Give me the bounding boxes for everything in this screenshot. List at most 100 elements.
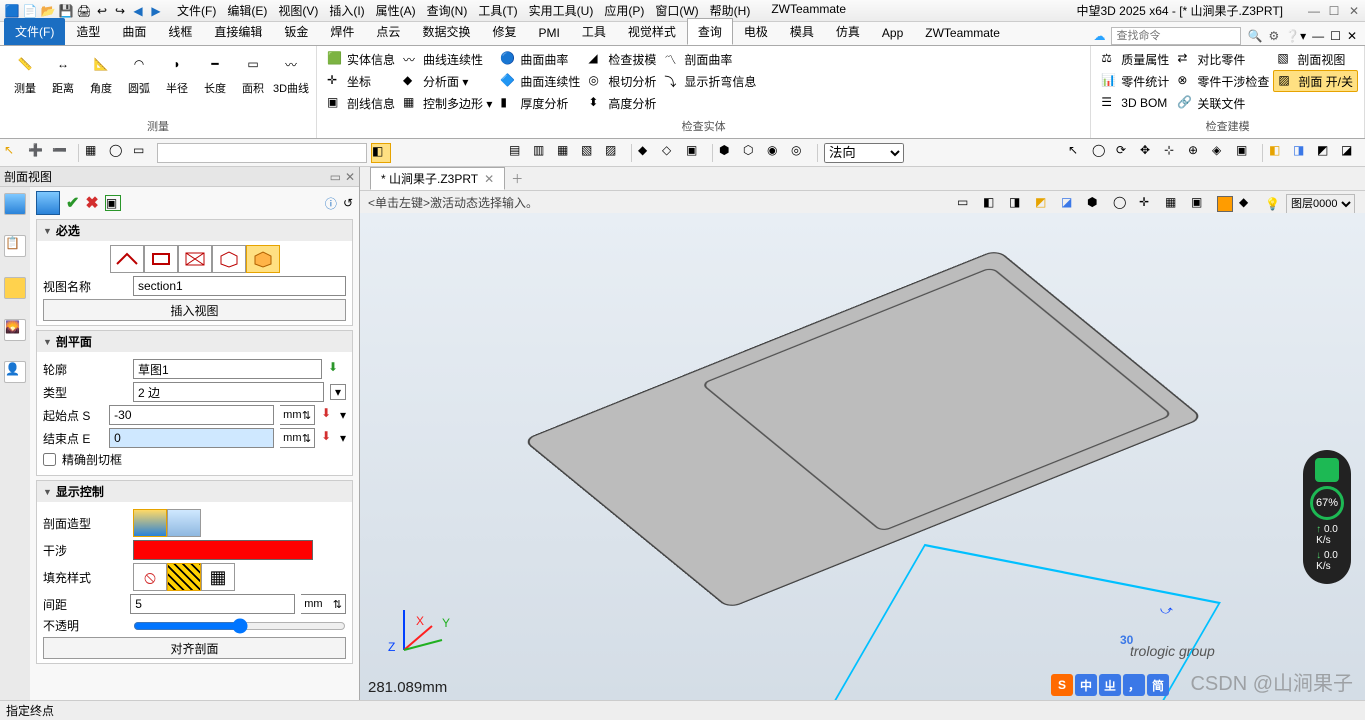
save-icon[interactable]: 💾 [58, 3, 74, 19]
btn-arc[interactable]: ◠圆弧 [120, 48, 158, 116]
undo-icon[interactable]: ↩ [94, 3, 110, 19]
vt-4[interactable]: ◩ [1035, 195, 1055, 213]
style-solid[interactable] [133, 509, 167, 537]
sb-right-11[interactable]: ◩ [1317, 143, 1337, 163]
reset-icon[interactable]: ↺ [343, 196, 353, 210]
vt-3[interactable]: ◨ [1009, 195, 1029, 213]
sidetab-4[interactable]: 🌄 [4, 319, 26, 341]
sidetab-3[interactable] [4, 277, 26, 299]
vt-8[interactable]: ✛ [1139, 195, 1159, 213]
sec-required[interactable]: 必选 [37, 220, 352, 241]
sectype-2[interactable] [144, 245, 178, 273]
start-unit[interactable]: mm⇅ [280, 405, 315, 425]
filter-combo[interactable] [157, 143, 367, 163]
hatch-grid[interactable]: ▦ [201, 563, 235, 591]
sec-display[interactable]: 显示控制 [37, 481, 352, 502]
open-icon[interactable]: 📂 [40, 3, 56, 19]
end-pick-icon[interactable]: ⬇ [321, 429, 334, 447]
btn-section-curv[interactable]: 〽剖面曲率 [660, 48, 760, 70]
info-icon[interactable]: ⓘ [325, 195, 337, 212]
3d-canvas[interactable]: 30 ⤻ trologic group Z X Y 281.089mm CSDN… [360, 213, 1365, 700]
cube-filter-icon[interactable]: ◧ [371, 143, 391, 163]
tab-repair[interactable]: 修复 [481, 18, 527, 45]
restore-icon[interactable]: ☐ [1327, 4, 1341, 18]
btn-height[interactable]: ⬍高度分析 [584, 92, 660, 114]
sb-right-8[interactable]: ▣ [1236, 143, 1256, 163]
btn-section-info[interactable]: ▣剖线信息 [323, 92, 399, 114]
panel-dock-icon[interactable]: ▭ [330, 170, 341, 184]
tab-sheetmetal[interactable]: 钣金 [273, 18, 319, 45]
sidetab-1[interactable] [4, 193, 26, 215]
vt-2[interactable]: ◧ [983, 195, 1003, 213]
sectype-3[interactable] [178, 245, 212, 273]
ok-button[interactable]: ✔ [66, 193, 79, 213]
sb-right-2[interactable]: ◯ [1092, 143, 1112, 163]
add-icon[interactable]: ➕ [28, 143, 48, 163]
opacity-slider[interactable] [133, 618, 346, 634]
apply-button[interactable]: ▣ [105, 195, 121, 211]
profile-input[interactable] [133, 359, 322, 379]
btn-interfere[interactable]: ⊗零件干涉检查 [1173, 70, 1273, 92]
search-input[interactable] [1111, 27, 1241, 45]
btn-section-toggle[interactable]: ▨剖面 开/关 [1273, 70, 1358, 92]
btn-part-stats[interactable]: 📊零件统计 [1097, 70, 1173, 92]
btn-surf-cont[interactable]: 🔷曲面连续性 [496, 70, 584, 92]
sb-icon-9[interactable]: ⬢ [719, 143, 739, 163]
sectype-4[interactable] [212, 245, 246, 273]
tab-pmi[interactable]: PMI [527, 21, 570, 45]
vt-7[interactable]: ◯ [1113, 195, 1133, 213]
btn-mass[interactable]: ⚖质量属性 [1097, 48, 1173, 70]
start-pick-icon[interactable]: ⬇ [321, 406, 334, 424]
start-drop-icon[interactable]: ▾ [340, 408, 346, 422]
sb-right-4[interactable]: ✥ [1140, 143, 1160, 163]
sb-right-5[interactable]: ⊹ [1164, 143, 1184, 163]
sectype-1[interactable] [110, 245, 144, 273]
tab-wireframe[interactable]: 线框 [157, 18, 203, 45]
doc-close-icon[interactable]: ✕ [484, 172, 494, 186]
sb-right-12[interactable]: ◪ [1341, 143, 1361, 163]
tab-zwteammate[interactable]: ZWTeammate [914, 21, 1011, 45]
sb-right-7[interactable]: ◈ [1212, 143, 1232, 163]
vt-6[interactable]: ⬢ [1087, 195, 1107, 213]
spacing-unit[interactable]: mm⇅ [301, 594, 346, 614]
vt-10[interactable]: ▣ [1191, 195, 1211, 213]
type-dropdown-icon[interactable]: ▾ [330, 384, 346, 400]
sb-icon-5[interactable]: ▨ [605, 143, 625, 163]
sb-icon-12[interactable]: ◎ [791, 143, 811, 163]
sb-right-6[interactable]: ⊕ [1188, 143, 1208, 163]
remove-icon[interactable]: ➖ [52, 143, 72, 163]
normal-combo[interactable]: 法向 [824, 143, 904, 163]
tab-visual[interactable]: 视觉样式 [617, 18, 687, 45]
view-name-input[interactable] [133, 276, 346, 296]
inner-close-icon[interactable]: ✕ [1347, 29, 1357, 43]
btn-draft[interactable]: ◢检查拔模 [584, 48, 660, 70]
sb-right-1[interactable]: ↖ [1068, 143, 1088, 163]
btn-radius[interactable]: ◗半径 [158, 48, 196, 116]
btn-compare[interactable]: ⇄对比零件 [1173, 48, 1273, 70]
sb-icon-11[interactable]: ◉ [767, 143, 787, 163]
sb-right-10[interactable]: ◨ [1293, 143, 1313, 163]
sb-icon-2[interactable]: ▥ [533, 143, 553, 163]
tab-sim[interactable]: 仿真 [825, 18, 871, 45]
search-icon[interactable]: 🔍 [1247, 29, 1262, 43]
add-tab-icon[interactable]: ＋ [511, 170, 523, 187]
tab-tools[interactable]: 工具 [571, 18, 617, 45]
panel-close-icon[interactable]: ✕ [345, 170, 355, 184]
tab-electrode[interactable]: 电极 [733, 18, 779, 45]
btn-curve-cont[interactable]: 〰曲线连续性 [399, 48, 496, 70]
btn-ctrl-poly[interactable]: ▦控制多边形 ▾ [399, 92, 496, 114]
tab-pointcloud[interactable]: 点云 [365, 18, 411, 45]
btn-linked[interactable]: 🔗关联文件 [1173, 92, 1273, 114]
btn-surf-curv[interactable]: 🔵曲面曲率 [496, 48, 584, 70]
tab-mold[interactable]: 模具 [779, 18, 825, 45]
sb-icon-1[interactable]: ▤ [509, 143, 529, 163]
btn-entity-info[interactable]: 🟩实体信息 [323, 48, 399, 70]
minimize-icon[interactable]: — [1307, 4, 1321, 18]
cloud-icon[interactable]: ☁ [1093, 29, 1105, 43]
sb-right-9[interactable]: ◧ [1269, 143, 1289, 163]
tab-exchange[interactable]: 数据交换 [411, 18, 481, 45]
align-section-button[interactable]: 对齐剖面 [43, 637, 346, 659]
sectype-5[interactable] [246, 245, 280, 273]
insert-view-button[interactable]: 插入视图 [43, 299, 346, 321]
tab-app[interactable]: App [871, 21, 914, 45]
